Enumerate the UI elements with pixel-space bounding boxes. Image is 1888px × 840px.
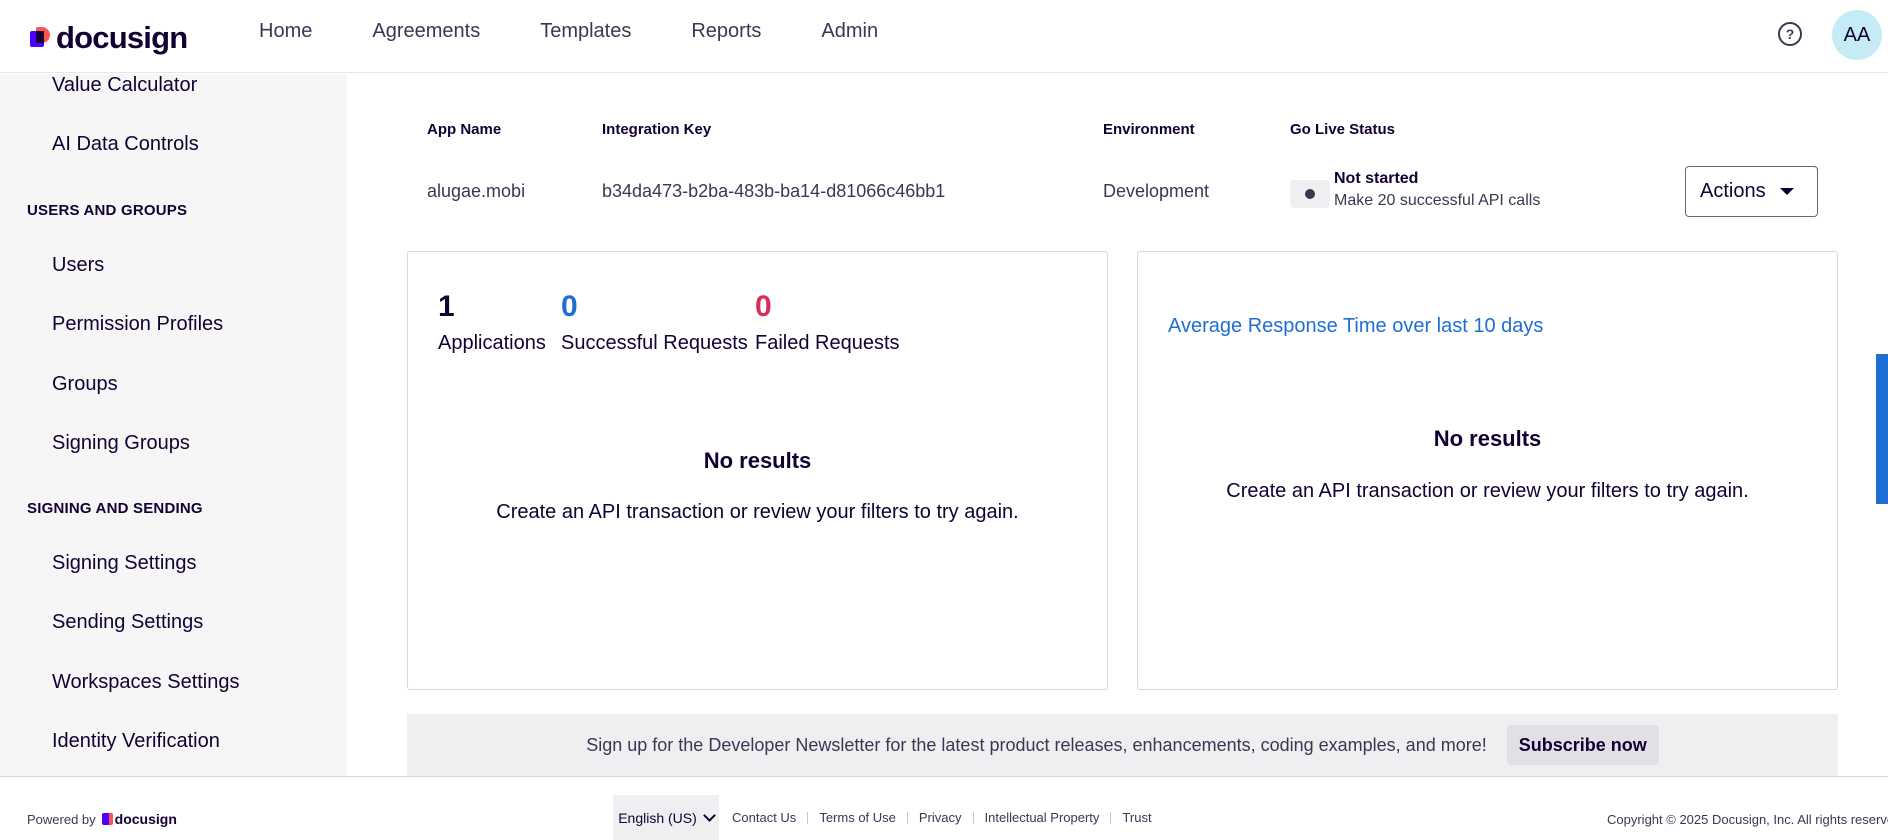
help-icon[interactable]: ? [1778,22,1802,46]
nav-agreements[interactable]: Agreements [372,20,480,43]
column-header-go-live-status: Go Live Status [1290,121,1396,138]
footer-divider [807,811,809,824]
go-live-status-title: Not started [1334,170,1419,187]
response-empty-title: No results [1433,426,1542,451]
column-header-integration-key: Integration Key [602,121,712,138]
sidebar-item-groups[interactable]: Groups [52,373,118,396]
sidebar-item-signing-groups[interactable]: Signing Groups [52,432,190,455]
applications-label: Applications [438,332,546,354]
admin-sidebar: Value Calculator AI Data Controls USERS … [0,74,347,776]
newsletter-banner: Sign up for the Developer Newsletter for… [407,714,1838,776]
footer-link-intellectual-property[interactable]: Intellectual Property [985,810,1100,825]
actions-label: Actions [1700,180,1766,202]
scrollbar-thumb[interactable] [1876,354,1888,504]
sidebar-item-identity-verification[interactable]: Identity Verification [52,730,220,753]
sidebar-item-ai-data-controls[interactable]: AI Data Controls [52,133,199,156]
status-dot-icon [1305,189,1315,199]
nav-admin[interactable]: Admin [821,20,878,43]
sidebar-section-signing-and-sending: SIGNING AND SENDING [27,500,203,517]
footer-link-contact-us[interactable]: Contact Us [732,810,796,825]
footer-logo[interactable]: docusign [101,811,177,827]
footer-link-terms-of-use[interactable]: Terms of Use [819,810,896,825]
language-selector[interactable]: English (US) [613,795,719,840]
failed-requests-label: Failed Requests [755,332,900,354]
sidebar-item-workspaces-settings[interactable]: Workspaces Settings [52,671,240,694]
footer: Powered by docusign [0,776,1888,840]
column-header-app-name: App Name [427,121,502,138]
brand-name: docusign [56,20,188,55]
docusign-mini-logo-icon [101,813,113,825]
footer-link-privacy[interactable]: Privacy [919,810,962,825]
sidebar-item-signing-settings[interactable]: Signing Settings [52,552,197,575]
api-metrics-card: 1 Applications 0 Successful Requests 0 F… [407,251,1108,690]
sidebar-section-users-and-groups: USERS AND GROUPS [27,202,188,219]
nav-templates[interactable]: Templates [540,20,631,43]
response-time-card: Average Response Time over last 10 days … [1137,251,1838,690]
response-time-title: Average Response Time over last 10 days [1168,315,1544,337]
footer-link-trust[interactable]: Trust [1122,810,1151,825]
subscribe-button[interactable]: Subscribe now [1506,725,1659,765]
powered-by: Powered by docusign [27,811,177,827]
docusign-logo[interactable]: docusign [30,20,188,56]
integration-key-cell: b34da473-b2ba-483b-ba14-d81066c46bb1 [602,181,946,201]
footer-divider [972,811,974,824]
chevron-down-icon [702,809,716,822]
docusign-logo-icon [30,25,52,51]
response-empty-message: Create an API transaction or review your… [1226,480,1749,502]
avatar[interactable]: AA [1832,10,1882,60]
sidebar-item-permission-profiles[interactable]: Permission Profiles [52,313,223,336]
newsletter-text: Sign up for the Developer Newsletter for… [586,734,1487,755]
footer-divider [906,811,908,824]
footer-logo-text: docusign [114,811,177,827]
app-name-cell[interactable]: alugae.mobi [427,181,525,202]
main-nav: Home Agreements Templates Reports Admin [259,20,878,43]
nav-home[interactable]: Home [259,20,312,43]
actions-dropdown-button[interactable]: Actions [1685,166,1818,217]
environment-cell: Development [1103,181,1210,201]
applications-count: 1 [438,290,455,323]
go-live-status-subtitle: Make 20 successful API calls [1334,192,1541,209]
successful-requests-count: 0 [561,290,578,323]
successful-requests-label: Successful Requests [561,332,748,354]
sidebar-item-users[interactable]: Users [52,254,104,277]
copyright-text: Copyright © 2025 Docusign, Inc. All righ… [1607,812,1888,827]
metrics-empty-message: Create an API transaction or review your… [496,501,1019,523]
sidebar-item-sending-settings[interactable]: Sending Settings [52,611,203,634]
language-label: English (US) [618,809,697,826]
footer-divider [1110,811,1112,824]
failed-requests-count: 0 [755,290,772,323]
top-navigation: docusign Home Agreements Templates Repor… [0,0,1888,73]
status-indicator [1290,180,1330,208]
nav-reports[interactable]: Reports [691,20,761,43]
powered-by-label: Powered by [27,811,96,827]
column-header-environment: Environment [1103,121,1195,138]
sidebar-item-value-calculator[interactable]: Value Calculator [52,74,197,97]
footer-links: Contact Us Terms of Use Privacy Intellec… [732,810,1152,825]
metrics-empty-title: No results [703,448,812,473]
caret-down-icon [1779,188,1794,195]
